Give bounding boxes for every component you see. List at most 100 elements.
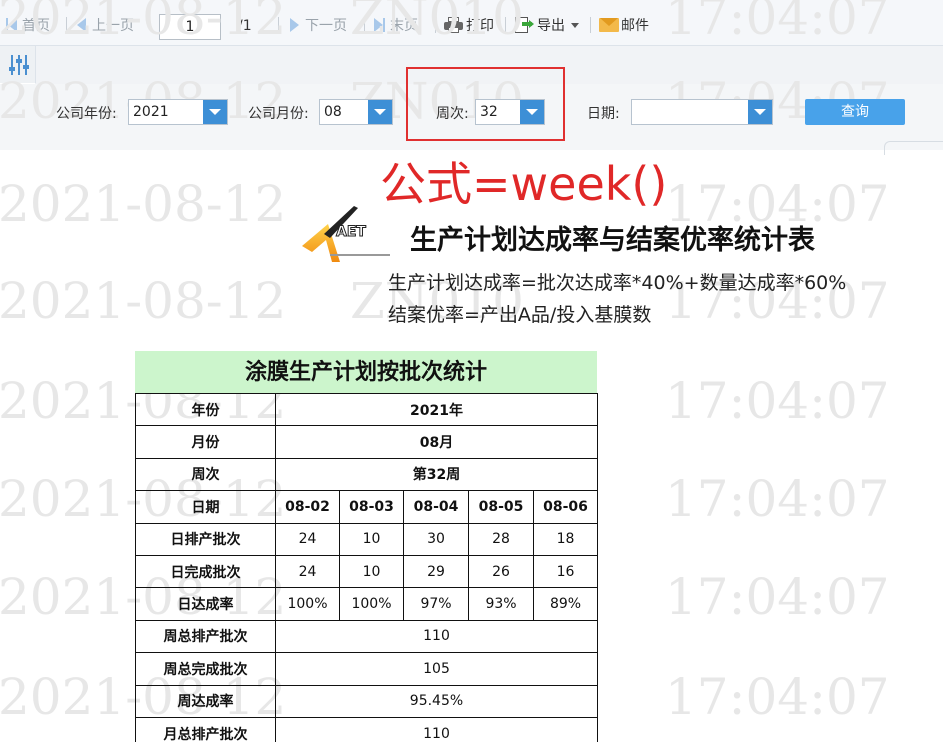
next-page-button[interactable]: 下一页 [290,14,347,36]
company-logo: AET [300,204,390,264]
week-cell: 第32周 [275,457,598,492]
prev-page-label: 上一页 [92,18,134,34]
filter-toggle-button[interactable] [0,46,36,84]
value-cell: 93% [468,587,534,621]
month-label: 公司月份: [248,106,309,122]
row-label: 日期 [135,490,276,524]
date-label: 日期: [587,106,620,122]
value-cell: 110 [275,716,598,742]
export-label: 导出 [537,18,565,34]
table-row: 日期 08-02 08-03 08-04 08-05 08-06 [135,490,598,524]
table-row: 年份 2021年 [135,392,598,427]
value-cell: 95.45% [275,684,598,718]
row-label: 周达成率 [135,684,276,718]
last-page-button[interactable]: 末页 [374,14,418,36]
row-label: 月总排产批次 [135,716,276,742]
next-page-label: 下一页 [305,18,347,34]
prev-page-button[interactable]: 上一页 [77,14,134,36]
toolbar-divider [435,17,436,33]
next-page-icon [290,18,299,32]
batch-stats-table: 年份 2021年 月份 08月 周次 第32周 日期 08-02 08-03 0… [135,392,598,742]
logo-text: AET [336,224,366,240]
toolbar-divider [590,17,591,33]
prev-page-icon [77,18,86,32]
value-cell: 18 [533,522,598,556]
print-label: 打印 [466,18,494,34]
email-label: 邮件 [621,18,649,34]
watermark-time: 17:04:07 [665,372,890,430]
row-label: 年份 [135,392,276,427]
row-label: 月份 [135,425,276,459]
sliders-icon [9,55,29,75]
first-page-button[interactable]: 首页 [6,14,50,36]
row-label: 周次 [135,457,276,492]
value-cell: 26 [468,554,534,589]
row-label: 周总排产批次 [135,619,276,654]
value-cell: 28 [468,522,534,556]
row-label: 周总完成批次 [135,652,276,686]
chevron-down-icon[interactable] [203,100,227,124]
value-cell: 110 [275,619,598,654]
export-icon [515,16,534,34]
table-title: 涂膜生产计划按批次统计 [135,351,597,393]
value-cell: 24 [275,554,340,589]
watermark-time: 17:04:07 [665,470,890,528]
export-button[interactable]: 导出 [515,14,579,36]
printer-icon [444,17,463,33]
logo-icon: AET [302,206,390,262]
year-value: 2021 [133,104,169,120]
watermark-time: 17:04:07 [665,568,890,626]
report-subtitle-2: 结案优率=产出A品/投入基膜数 [388,304,652,326]
chevron-down-icon[interactable] [368,100,392,124]
annotation-highlight-box [406,67,565,141]
watermark-time: 17:04:07 [665,668,890,726]
value-cell: 10 [339,522,404,556]
toolbar-divider [364,17,365,33]
chevron-down-icon[interactable] [748,100,772,124]
table-row: 月份 08月 [135,425,598,459]
year-cell: 2021年 [275,392,598,427]
row-label: 日达成率 [135,587,276,621]
row-label: 日完成批次 [135,554,276,589]
date-cell: 08-06 [533,490,598,524]
value-cell: 105 [275,652,598,686]
report-title: 生产计划达成率与结案优率统计表 [410,225,815,256]
mail-icon [599,18,619,32]
value-cell: 24 [275,522,340,556]
chevron-down-icon [571,22,579,28]
email-button[interactable]: 邮件 [599,14,649,36]
value-cell: 100% [339,587,404,621]
page-total: /1 [238,18,252,34]
value-cell: 10 [339,554,404,589]
table-row: 日完成批次 24 10 29 26 16 [135,554,598,589]
toolbar-divider [278,17,279,33]
page-number-input[interactable]: 1 [159,14,221,40]
value-cell: 97% [403,587,469,621]
watermark-date: 2021-08-12 [0,175,287,233]
toolbar-divider [505,17,506,33]
month-select[interactable]: 08 [319,99,393,125]
annotation-formula: 公式=week() [380,157,668,211]
print-button[interactable]: 打印 [444,14,494,36]
value-cell: 29 [403,554,469,589]
table-row: 周次 第32周 [135,457,598,492]
value-cell: 30 [403,522,469,556]
query-button[interactable]: 查询 [805,99,905,125]
month-value: 08 [324,104,342,120]
panel-corner [884,141,943,155]
toolbar-divider [66,17,67,33]
year-label: 公司年份: [56,106,117,122]
last-page-label: 末页 [390,18,418,34]
table-row: 周总完成批次 105 [135,652,598,686]
last-page-icon [374,18,383,32]
date-select[interactable] [631,99,773,125]
year-select[interactable]: 2021 [128,99,228,125]
value-cell: 16 [533,554,598,589]
table-row: 日排产批次 24 10 30 28 18 [135,522,598,556]
value-cell: 89% [533,587,598,621]
date-cell: 08-05 [468,490,534,524]
toolbar: 首页 上一页 1 /1 下一页 末页 打印 导出 邮件 [0,0,943,46]
table-row: 周达成率 95.45% [135,684,598,718]
watermark-date: 2021-08-12 [0,272,287,330]
date-cell: 08-02 [275,490,340,524]
